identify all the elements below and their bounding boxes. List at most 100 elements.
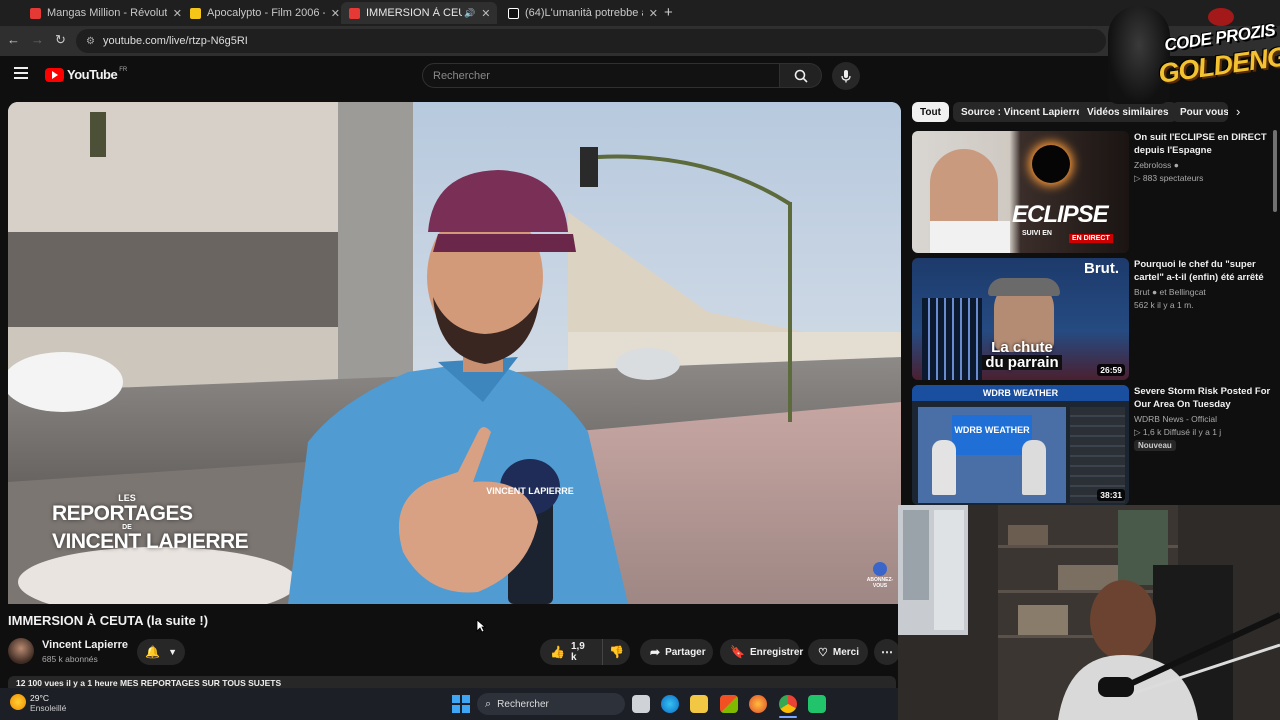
streamer-webcam	[898, 505, 1280, 720]
more-actions-button[interactable]: ⋯	[874, 639, 900, 665]
thumb-cap	[988, 278, 1060, 296]
video-duration: 38:31	[1097, 489, 1125, 501]
video-title[interactable]: Severe Storm Risk Posted For Our Area On…	[1134, 385, 1274, 411]
channel-name[interactable]: Vincent Lapierre	[42, 639, 128, 651]
video-thumbnail[interactable]: WDRB WEATHER WDRB WEATHER 38:31	[912, 385, 1129, 505]
sun-icon[interactable]	[10, 694, 26, 710]
browser-tab-active[interactable]: IMMERSION À CEUTA (la su 🔊 ✕	[341, 2, 497, 24]
recommended-video[interactable]: ECLIPSE SUIVI EN EN DIRECT On suit l'ECL…	[912, 131, 1272, 253]
share-label: Partager	[665, 646, 706, 658]
notification-bell-button[interactable]: 🔔 ▼	[137, 639, 185, 665]
promo-logo: CODE PROZIS GOLDENG	[1108, 0, 1280, 106]
subscribe-watermark[interactable]: ABONNEZ-VOUS	[866, 562, 894, 589]
search-input[interactable]: Rechercher	[422, 63, 780, 88]
share-button[interactable]: ➦ Partager	[640, 639, 713, 665]
thumb-subtext: SUIVI EN	[1022, 230, 1052, 237]
video-title-line: Our Area On Tuesday	[1134, 399, 1231, 410]
browser-toolbar: ← → ↻ ⚙ youtube.com/live/rtzp-N6g5RI	[0, 26, 1280, 56]
menu-icon[interactable]	[14, 67, 28, 79]
like-count: 1,9 k	[570, 641, 585, 663]
region-code: FR	[119, 66, 128, 73]
task-view-icon[interactable]	[632, 695, 650, 713]
tab-title: (64)L'umanità potrebbe aver ap	[525, 7, 643, 19]
back-icon[interactable]: ←	[7, 32, 20, 47]
channel-name[interactable]: Zebroloss ●	[1134, 160, 1179, 170]
recommended-video[interactable]: Brut. La chute du parrain 26:59 Pourquoi…	[912, 258, 1272, 380]
audio-playing-icon[interactable]: 🔊	[464, 8, 475, 19]
chrome-icon[interactable]	[779, 695, 797, 713]
channel-name[interactable]: WDRB News - Official	[1134, 414, 1217, 424]
channel-name-text: WDRB News - Official	[1134, 414, 1217, 424]
video-duration: 26:59	[1097, 364, 1125, 376]
close-icon[interactable]: ✕	[649, 7, 658, 20]
search-icon: ⌕	[485, 697, 492, 710]
browser-tab-strip: Mangas Million - Révolution de ✕ Apocaly…	[0, 0, 1280, 26]
file-explorer-icon[interactable]	[690, 695, 708, 713]
thumb-banner: WDRB WEATHER	[912, 385, 1129, 401]
like-button[interactable]: 👍 1,9 k	[540, 639, 602, 665]
video-meta: ▷ 1,6 k Diffusé il y a 1 j	[1134, 427, 1221, 438]
temperature: 29°C	[30, 693, 49, 703]
url-text: youtube.com/live/rtzp-N6g5RI	[102, 35, 248, 47]
site-info-icon[interactable]: ⚙	[86, 36, 95, 47]
youtube-logo[interactable]: YouTube FR	[45, 67, 127, 82]
more-icon: ⋯	[881, 645, 893, 659]
search-button[interactable]	[780, 63, 822, 88]
store-icon[interactable]	[720, 695, 738, 713]
webcam-frame	[898, 505, 1280, 720]
browser-tab[interactable]: (64)L'umanità potrebbe aver ap ✕	[500, 2, 658, 24]
save-button[interactable]: 🔖 Enregistrer	[720, 639, 804, 665]
chat-app-icon[interactable]	[808, 695, 826, 713]
weather-widget[interactable]: 29°C Ensoleillé	[30, 693, 66, 713]
channel-avatar[interactable]	[8, 638, 34, 664]
channel-collab: et Bellingcat	[1159, 287, 1206, 297]
thanks-button[interactable]: ♡ Merci	[808, 639, 868, 665]
taskbar-search[interactable]: ⌕ Rechercher	[477, 693, 625, 715]
mouse-cursor-icon	[476, 619, 486, 633]
firefox-icon[interactable]	[749, 695, 767, 713]
chip-label: Pour vous	[1180, 106, 1228, 118]
video-title[interactable]: Pourquoi le chef du "super cartel" a-t-i…	[1134, 258, 1274, 284]
windows-start-icon[interactable]	[452, 695, 470, 713]
microphone-icon	[841, 70, 851, 83]
dislike-button[interactable]: 👎	[602, 639, 630, 665]
voice-search-button[interactable]	[832, 62, 860, 90]
browser-tab[interactable]: Apocalypto - Film 2006 - AlloC ✕	[182, 2, 340, 24]
close-icon[interactable]: ✕	[481, 7, 490, 20]
eclipse-shape	[1032, 145, 1070, 183]
viewer-count: 883 spectateurs	[1142, 173, 1204, 183]
view-count: 1,6 k Diffusé il y a 1 j	[1142, 427, 1222, 437]
forward-icon[interactable]: →	[31, 32, 44, 47]
thumbs-up-icon: 👍	[550, 645, 565, 659]
chip-all[interactable]: Tout	[912, 102, 949, 122]
close-icon[interactable]: ✕	[331, 7, 340, 20]
bell-icon: 🔔	[145, 645, 160, 659]
video-title[interactable]: On suit l'ECLIPSE en DIRECT depuis l'Esp…	[1134, 131, 1274, 157]
close-icon[interactable]: ✕	[173, 7, 182, 20]
video-description[interactable]: 12 100 vues il y a 1 heure MES REPORTAGE…	[8, 676, 896, 688]
views-line: 12 100 vues il y a 1 heure MES REPORTAGE…	[16, 678, 282, 688]
sidebar-scrollbar[interactable]	[1273, 130, 1277, 212]
watermark-line: REPORTAGES	[52, 502, 193, 525]
youtube-header: YouTube FR Rechercher	[0, 56, 1280, 96]
video-thumbnail[interactable]: ECLIPSE SUIVI EN EN DIRECT	[912, 131, 1129, 253]
channel-watermark: LES REPORTAGES DE VINCENT LAPIERRE	[52, 494, 249, 553]
url-bar[interactable]: ⚙ youtube.com/live/rtzp-N6g5RI	[76, 29, 1106, 53]
channel-name[interactable]: Brut ● et Bellingcat	[1134, 287, 1206, 297]
new-tab-icon[interactable]: +	[664, 4, 673, 21]
youtube-play-icon	[45, 67, 64, 82]
taskbar-search-label: Rechercher	[497, 698, 549, 710]
save-label: Enregistrer	[749, 646, 804, 658]
video-player[interactable]: VINCENT LAPIERRE LES REPORTAGES DE VINCE…	[8, 102, 901, 604]
video-title-line: Pourquoi le chef du "super	[1134, 259, 1256, 270]
chip-source[interactable]: Source : Vincent Lapierre	[953, 102, 1090, 122]
reload-icon[interactable]: ↻	[55, 32, 66, 48]
chevron-right-icon[interactable]: ›	[1236, 104, 1240, 119]
view-count: 562 k il y a 1 m.	[1134, 300, 1194, 310]
verified-icon: ●	[1173, 160, 1179, 170]
edge-icon[interactable]	[661, 695, 679, 713]
recommended-video[interactable]: WDRB WEATHER WDRB WEATHER 38:31 Severe S…	[912, 385, 1272, 507]
tab-title: Mangas Million - Révolution de	[47, 7, 167, 19]
browser-tab[interactable]: Mangas Million - Révolution de ✕	[22, 2, 182, 24]
video-thumbnail[interactable]: Brut. La chute du parrain 26:59	[912, 258, 1129, 380]
